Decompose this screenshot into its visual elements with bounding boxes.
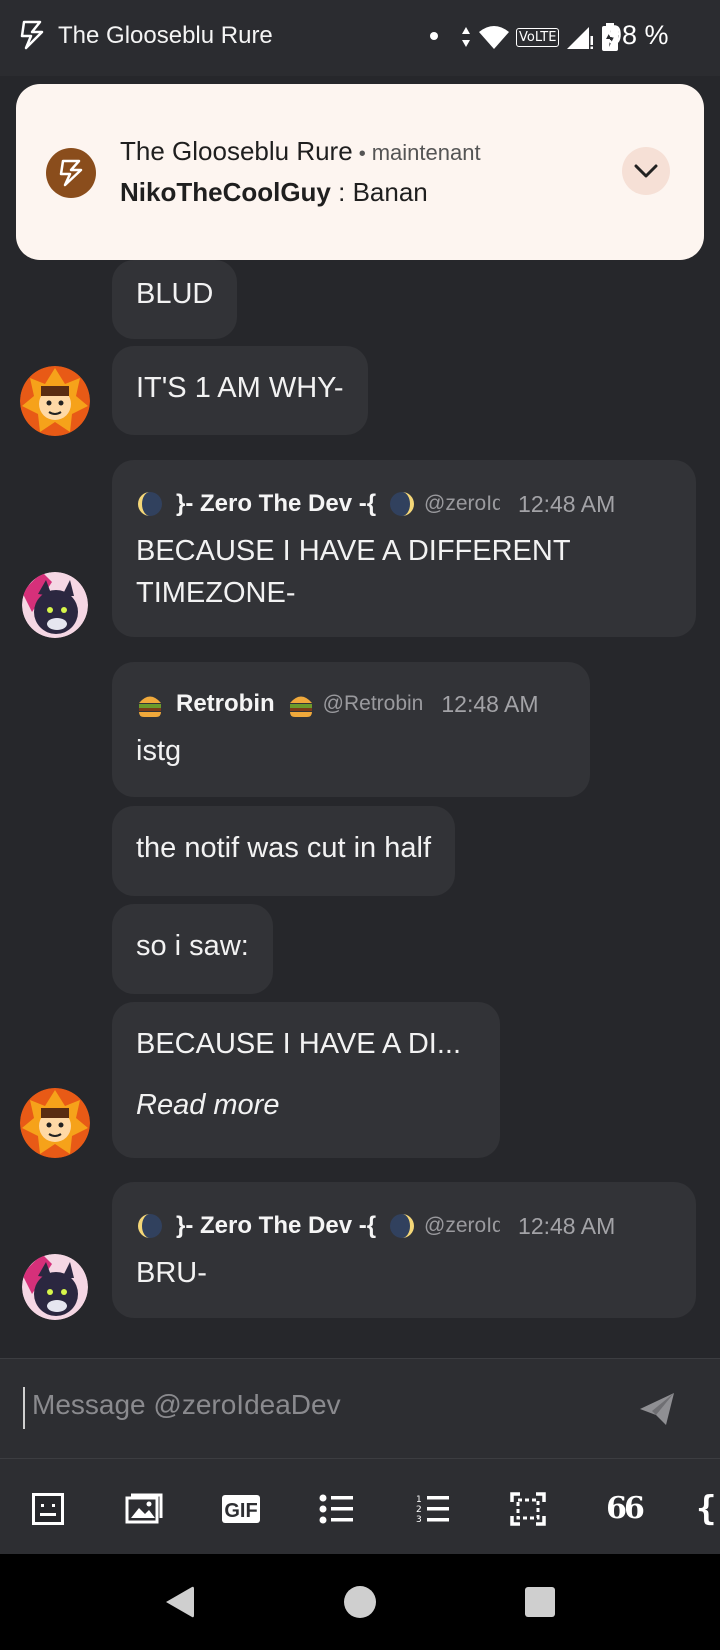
volte-icon: VoLTE bbox=[516, 27, 560, 47]
message-text: BLUD bbox=[136, 278, 214, 310]
notification-body: NikoTheCoolGuy : Banan bbox=[120, 177, 428, 208]
avatar-niko[interactable] bbox=[20, 1088, 90, 1158]
read-more-link[interactable]: Read more bbox=[136, 1089, 476, 1122]
avatar-niko[interactable] bbox=[20, 366, 90, 436]
code-icon: { bbox=[696, 1489, 717, 1529]
svg-text:3: 3 bbox=[416, 1515, 422, 1525]
message-text: BECAUSE I HAVE A DIFFERENT bbox=[136, 535, 571, 567]
notification-expand-button[interactable] bbox=[622, 147, 670, 195]
user-handle[interactable]: @zeroIdeaDev bbox=[424, 492, 500, 516]
back-icon[interactable] bbox=[162, 1584, 196, 1620]
send-icon[interactable] bbox=[638, 1391, 676, 1427]
message-bubble[interactable]: so i saw: bbox=[112, 904, 273, 994]
message-text: istg bbox=[136, 735, 182, 767]
notification-app-name: The Glooseblu Rure bbox=[120, 136, 353, 166]
message-text: TIMEZONE- bbox=[136, 577, 296, 609]
moon-icon bbox=[138, 1214, 162, 1238]
message-header: }- Zero The Dev -{ @zeroIdeaDev 12:48 AM bbox=[136, 1210, 672, 1242]
message-text: so i saw: bbox=[136, 930, 249, 962]
quote-icon: 66 bbox=[606, 1491, 645, 1526]
notification-sender: NikoTheCoolGuy bbox=[120, 177, 331, 207]
home-icon[interactable] bbox=[343, 1585, 377, 1619]
image-button[interactable] bbox=[124, 1489, 164, 1529]
svg-text:1: 1 bbox=[416, 1495, 422, 1505]
code-button[interactable]: { bbox=[696, 1489, 720, 1529]
gif-button[interactable]: GIF bbox=[220, 1489, 262, 1529]
status-bar: The Glooseblu Rure VoLTE 98 % bbox=[0, 0, 720, 76]
spoiler-button[interactable] bbox=[508, 1489, 548, 1529]
emoji-button[interactable] bbox=[28, 1489, 68, 1529]
notification-time: maintenant bbox=[371, 140, 481, 165]
user-handle[interactable]: @Retrobin bbox=[323, 692, 424, 716]
quote-button[interactable]: 66 bbox=[604, 1489, 645, 1529]
user-handle[interactable]: @zeroIdeaDev bbox=[424, 1214, 500, 1238]
image-icon bbox=[125, 1493, 163, 1524]
chevron-down-icon bbox=[634, 164, 658, 178]
numbered-list-button[interactable]: 123 bbox=[412, 1489, 452, 1529]
username[interactable]: }- Zero The Dev -{ bbox=[176, 490, 376, 518]
numbered-list-icon: 123 bbox=[416, 1495, 449, 1525]
moon-icon bbox=[390, 492, 415, 516]
notification-app-icon bbox=[46, 148, 96, 198]
message-bubble[interactable]: the notif was cut in half bbox=[112, 806, 455, 896]
message-group-retrobin[interactable]: Retrobin @Retrobin 12:48 AM istg bbox=[112, 662, 590, 797]
message-text: IT'S 1 AM WHY- bbox=[136, 372, 344, 404]
data-arrows-icon bbox=[462, 27, 470, 47]
chat-messages[interactable]: BLUD IT'S 1 AM WHY- }- Zero The Dev -{@… bbox=[0, 260, 720, 1358]
avatar-zero[interactable] bbox=[22, 572, 88, 638]
message-time: 12:48 AM bbox=[518, 1212, 616, 1239]
message-time: 12:48 AM bbox=[441, 690, 539, 717]
battery-percent: 98 % bbox=[607, 20, 669, 50]
moon-icon bbox=[138, 492, 162, 516]
avatar-zero[interactable] bbox=[22, 1254, 88, 1320]
app-icon bbox=[20, 20, 44, 50]
notification-dot-icon bbox=[430, 32, 438, 40]
wifi-icon bbox=[479, 26, 509, 49]
message-text: BECAUSE I HAVE A DI... bbox=[136, 1028, 462, 1060]
status-icons: VoLTE bbox=[460, 22, 619, 52]
message-header: Retrobin @Retrobin 12:48 AM bbox=[136, 688, 566, 720]
notification-card[interactable]: The Glooseblu Rure • maintenant NikoTheCoo… bbox=[16, 84, 704, 260]
formatting-toolbar: GIF 123 66 { bbox=[0, 1458, 720, 1554]
text-cursor bbox=[23, 1387, 25, 1429]
message-text: BRU- bbox=[136, 1257, 207, 1289]
moon-icon bbox=[390, 1214, 415, 1238]
signal-icon bbox=[567, 27, 594, 49]
message-input-bar: Message @zeroIdeaDev bbox=[0, 1358, 720, 1458]
bullet-list-button[interactable] bbox=[316, 1489, 356, 1529]
svg-text:2: 2 bbox=[416, 1505, 422, 1515]
recents-icon[interactable] bbox=[524, 1586, 556, 1618]
message-group-zero[interactable]: }- Zero The Dev -{ @zeroIdeaDev 12:48 AM… bbox=[112, 460, 696, 637]
username[interactable]: Retrobin bbox=[176, 690, 275, 718]
burger-icon bbox=[289, 696, 312, 717]
message-group-zero[interactable]: }- Zero The Dev -{ @zeroIdeaDev 12:48 AM… bbox=[112, 1182, 696, 1318]
status-app-title: The Glooseblu Rure bbox=[58, 22, 273, 49]
message-bubble[interactable]: IT'S 1 AM WHY- bbox=[112, 346, 368, 435]
message-time: 12:48 AM bbox=[518, 490, 616, 517]
spoiler-icon bbox=[510, 1492, 546, 1526]
burger-icon bbox=[139, 696, 161, 717]
notification-message: Banan bbox=[352, 177, 428, 207]
svg-text:GIF: GIF bbox=[224, 1500, 257, 1522]
notification-colon: : bbox=[330, 177, 353, 207]
emoji-icon bbox=[32, 1493, 64, 1525]
message-text: the notif was cut in half bbox=[136, 832, 431, 864]
message-header: }- Zero The Dev -{ @zeroIdeaDev 12:48 AM bbox=[136, 488, 672, 520]
message-bubble[interactable]: BECAUSE I HAVE A DI... Read more bbox=[112, 1002, 500, 1158]
message-input[interactable]: Message @zeroIdeaDev bbox=[32, 1389, 341, 1421]
username[interactable]: }- Zero The Dev -{ bbox=[176, 1212, 376, 1240]
gif-icon: GIF bbox=[222, 1495, 260, 1523]
bullet-list-icon bbox=[319, 1494, 353, 1524]
message-bubble[interactable]: BLUD bbox=[112, 260, 238, 339]
notification-separator: • bbox=[358, 143, 366, 165]
system-nav-bar bbox=[0, 1554, 720, 1650]
notification-title: The Glooseblu Rure • maintenant bbox=[120, 136, 481, 167]
